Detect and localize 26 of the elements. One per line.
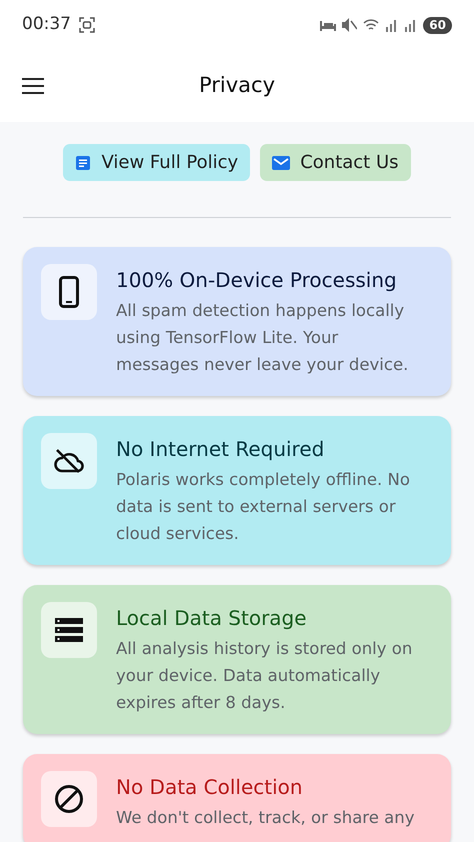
contact-button[interactable]: Contact Us — [260, 144, 411, 181]
status-time: 00:37 — [22, 13, 71, 36]
signal-icon — [385, 18, 398, 32]
menu-icon[interactable] — [22, 78, 44, 94]
card-description: All analysis history is stored only on your device. Data automatically expires after 8 days. — [116, 638, 414, 714]
policy-button[interactable]: View Full Policy — [63, 144, 250, 181]
battery-level: 60 — [423, 16, 452, 34]
card-title: 100% On-Device Processing — [116, 267, 398, 294]
card-title: No Internet Required — [116, 436, 326, 463]
document-icon — [75, 154, 92, 170]
cloud-off-icon — [53, 447, 85, 475]
page-title: Privacy — [198, 72, 276, 100]
wifi-icon — [363, 18, 380, 32]
card-description: Polaris works completely offline. No data is sent to external servers or cloud services. — [116, 469, 411, 545]
storage-icon — [55, 618, 83, 642]
mute-icon — [342, 18, 358, 32]
phone-icon — [59, 276, 79, 308]
card-title: No Data Collection — [116, 774, 304, 801]
card-title: Local Data Storage — [116, 605, 308, 632]
card-description: We don't collect, track, or share any — [116, 807, 414, 829]
mail-icon — [272, 156, 290, 170]
screenshot-icon — [79, 17, 95, 33]
block-icon — [54, 784, 84, 814]
bed-icon — [320, 19, 336, 31]
card-description: All spam detection happens locally using TensorFlow Lite. Your messages never leave your device. — [116, 300, 410, 376]
signal-icon — [404, 18, 418, 32]
